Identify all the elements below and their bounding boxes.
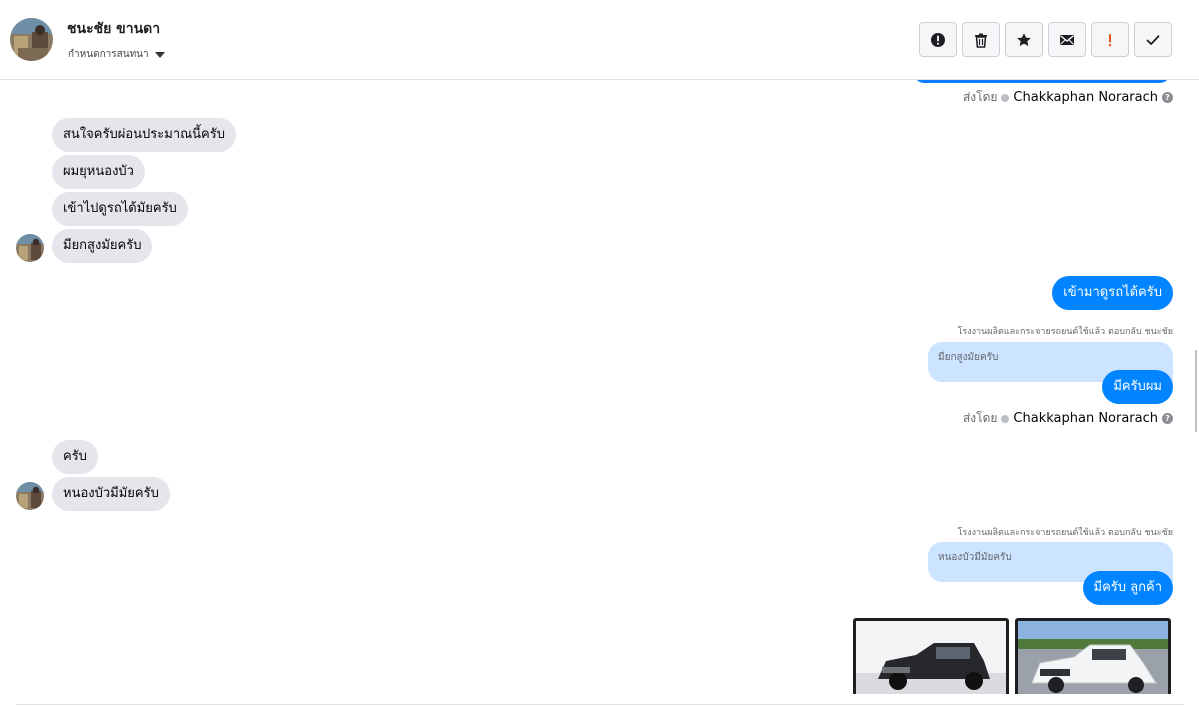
mark-unread-button[interactable] bbox=[1048, 22, 1086, 57]
composer-divider bbox=[16, 704, 1184, 705]
check-icon bbox=[1146, 34, 1160, 45]
sent-by-line: ส่งโดย Chakkaphan Norarach ? bbox=[963, 409, 1173, 428]
incoming-message[interactable]: มียกสูงมัยครับ bbox=[52, 229, 153, 263]
car-photo-attachment[interactable] bbox=[1015, 618, 1171, 694]
sender-name[interactable]: Chakkaphan Norarach bbox=[1013, 411, 1158, 426]
incoming-message[interactable]: สนใจครับผ่อนประมาณนี้ครับ bbox=[52, 118, 236, 152]
incoming-message[interactable]: ครับ bbox=[52, 440, 98, 474]
outgoing-message[interactable]: มีครับผม bbox=[1102, 370, 1173, 404]
sent-by-label: ส่งโดย bbox=[962, 411, 998, 425]
reply-context-note: โรงงานผลิตและกระจายรถยนต์ใช้แล้ว ตอบกลับ… bbox=[957, 327, 1173, 337]
report-button[interactable] bbox=[919, 22, 957, 57]
verified-icon bbox=[1001, 93, 1010, 102]
envelope-icon bbox=[1060, 34, 1074, 45]
conversation-options-dropdown[interactable]: กำหนดการสนทนา bbox=[68, 47, 165, 62]
sent-by-line: ส่งโดย Chakkaphan Norarach ? bbox=[963, 88, 1173, 107]
star-icon bbox=[1017, 32, 1031, 46]
incoming-message[interactable]: ผมยุหนองบัว bbox=[52, 155, 145, 189]
delete-button[interactable] bbox=[962, 22, 1000, 57]
help-icon[interactable]: ? bbox=[1162, 92, 1173, 103]
sender-name[interactable]: Chakkaphan Norarach bbox=[1013, 90, 1158, 105]
previous-outgoing-message[interactable] bbox=[913, 80, 1171, 83]
contact-avatar[interactable] bbox=[10, 18, 53, 61]
incoming-message[interactable]: เข้าไปดูรถได้มัยครับ bbox=[52, 192, 188, 226]
alert-circle-icon bbox=[931, 32, 945, 47]
incoming-message[interactable]: หนองบัวมีมัยครับ bbox=[52, 477, 170, 511]
contact-name[interactable]: ชนะชัย ขานดา bbox=[67, 18, 160, 40]
priority-button[interactable] bbox=[1091, 22, 1129, 57]
outgoing-message[interactable]: มีครับ ลูกค้า bbox=[1082, 571, 1173, 605]
verified-icon bbox=[1001, 414, 1010, 423]
header-toolbar bbox=[919, 22, 1172, 57]
star-button[interactable] bbox=[1005, 22, 1043, 57]
thread-scrollbar[interactable] bbox=[1195, 350, 1197, 432]
message-thread[interactable]: ส่งโดย Chakkaphan Norarach ? สนใจครับผ่อ… bbox=[0, 80, 1199, 694]
exclamation-icon bbox=[1108, 33, 1112, 46]
help-icon[interactable]: ? bbox=[1162, 413, 1173, 424]
trash-icon bbox=[975, 33, 987, 48]
reply-context-note: โรงงานผลิตและกระจายรถยนต์ใช้แล้ว ตอบกลับ… bbox=[957, 528, 1173, 538]
sent-by-label: ส่งโดย bbox=[962, 90, 998, 104]
done-button[interactable] bbox=[1134, 22, 1172, 57]
contact-avatar-small[interactable] bbox=[16, 234, 44, 262]
conversation-options-label: กำหนดการสนทนา bbox=[68, 49, 149, 60]
contact-avatar-small[interactable] bbox=[16, 482, 44, 510]
image-attachments bbox=[853, 618, 1171, 694]
caret-down-icon bbox=[154, 51, 165, 58]
conversation-header: ชนะชัย ขานดา กำหนดการสนทนา bbox=[0, 0, 1199, 80]
outgoing-message[interactable]: เข้ามาดูรถได้ครับ bbox=[1052, 276, 1173, 310]
car-photo-attachment[interactable] bbox=[853, 618, 1009, 694]
